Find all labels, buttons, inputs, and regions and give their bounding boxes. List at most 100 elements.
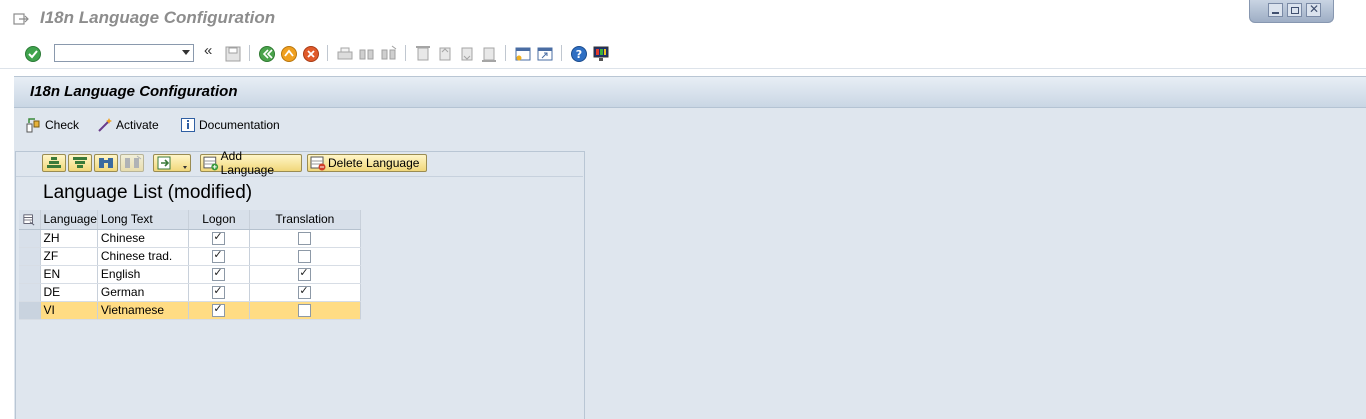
print-icon[interactable] [336, 45, 354, 63]
row-selector[interactable] [19, 229, 41, 248]
language-cell: VI [40, 301, 98, 320]
translation-checkbox[interactable] [298, 304, 312, 318]
documentation-label: Documentation [199, 118, 280, 132]
logon-checkbox[interactable] [212, 302, 226, 318]
activate-label: Activate [116, 118, 159, 132]
documentation-button[interactable]: Documentation [180, 116, 280, 134]
delete-language-label: Delete Language [328, 156, 420, 170]
row-selector[interactable] [19, 265, 41, 284]
toolbar-separator [405, 45, 406, 61]
long-text-cell: Chinese trad. [97, 247, 189, 266]
screen-title-bar: I18n Language Configuration [14, 77, 1366, 108]
logon-checkbox[interactable] [212, 266, 226, 282]
double-chevron-left-icon[interactable]: « [204, 42, 222, 60]
column-header-logon[interactable]: Logon [188, 210, 250, 230]
export-icon [157, 156, 171, 170]
next-page-icon[interactable] [458, 45, 476, 63]
export-button[interactable] [153, 154, 191, 172]
back-icon[interactable] [258, 45, 276, 63]
page-title: I18n Language Configuration [30, 83, 238, 100]
toolbar-separator [561, 45, 562, 61]
layout-icon [23, 214, 35, 226]
sort-ascending-button[interactable] [42, 154, 66, 172]
translation-checkbox[interactable] [298, 232, 312, 246]
window-controls: ✕ [1249, 0, 1334, 23]
table-row[interactable]: EN English [19, 265, 361, 284]
menu-exit-icon[interactable] [13, 11, 29, 27]
translation-cell [249, 301, 361, 320]
enter-icon[interactable] [24, 45, 42, 63]
magic-wand-icon [98, 118, 112, 132]
logon-cell [188, 229, 250, 248]
table-row[interactable]: DE German [19, 283, 361, 302]
logon-checkbox[interactable] [212, 284, 226, 300]
row-selector[interactable] [19, 301, 41, 320]
add-row-icon [203, 156, 219, 171]
alv-title: Language List (modified) [43, 182, 253, 203]
logon-cell [188, 247, 250, 266]
translation-cell [249, 247, 361, 266]
exit-icon[interactable] [280, 45, 298, 63]
info-icon [181, 118, 195, 132]
restore-button[interactable] [1287, 3, 1302, 17]
binoculars-next-icon [125, 155, 142, 168]
row-selector[interactable] [19, 247, 41, 266]
chevron-down-icon[interactable] [183, 166, 187, 169]
chevron-down-icon[interactable] [182, 50, 190, 55]
add-language-label: Add Language [220, 149, 275, 177]
find-button[interactable] [94, 154, 118, 172]
customize-layout-icon[interactable] [592, 45, 610, 63]
logon-cell [188, 265, 250, 284]
help-icon[interactable]: ? [570, 45, 588, 63]
minimize-button[interactable] [1268, 3, 1283, 17]
toolbar-separator [249, 45, 250, 61]
long-text-cell: German [97, 283, 189, 302]
long-text-cell: Chinese [97, 229, 189, 248]
column-header-long-text[interactable]: Long Text [97, 210, 189, 230]
cancel-icon[interactable] [302, 45, 320, 63]
long-text-cell: English [97, 265, 189, 284]
sort-ascending-icon [47, 157, 61, 168]
close-button[interactable]: ✕ [1306, 2, 1321, 17]
row-selector[interactable] [19, 283, 41, 302]
find-next-button[interactable] [120, 154, 144, 172]
shortcut-icon[interactable] [536, 45, 554, 63]
table-header-row: Language Long Text Logon Translation [19, 210, 361, 230]
sort-descending-icon [73, 157, 87, 168]
logon-checkbox[interactable] [212, 230, 226, 246]
command-field[interactable] [54, 44, 194, 62]
table-row[interactable]: ZH Chinese [19, 229, 361, 248]
sort-descending-button[interactable] [68, 154, 92, 172]
logon-cell [188, 283, 250, 302]
find-next-icon[interactable] [380, 45, 398, 63]
new-session-icon[interactable] [514, 45, 532, 63]
table-row[interactable]: ZF Chinese trad. [19, 247, 361, 266]
translation-checkbox[interactable] [298, 266, 312, 282]
translation-cell [249, 265, 361, 284]
toolbar-separator [327, 45, 328, 61]
language-cell: ZF [40, 247, 98, 266]
last-page-icon[interactable] [480, 45, 498, 63]
delete-language-button[interactable]: Delete Language [307, 154, 427, 172]
column-header-translation[interactable]: Translation [249, 210, 361, 230]
translation-cell [249, 283, 361, 302]
translation-checkbox[interactable] [298, 284, 312, 300]
language-cell: EN [40, 265, 98, 284]
svg-text:?: ? [576, 48, 582, 61]
select-all-cell[interactable] [19, 210, 41, 230]
check-icon [26, 118, 40, 133]
table-row-selected[interactable]: VI Vietnamese [19, 301, 361, 320]
first-page-icon[interactable] [414, 45, 432, 63]
translation-checkbox[interactable] [298, 250, 312, 264]
activate-button[interactable]: Activate [97, 116, 159, 134]
add-language-button[interactable]: Add Language [200, 149, 302, 177]
find-icon[interactable] [358, 45, 376, 63]
toolbar-separator [505, 45, 506, 61]
window-title: I18n Language Configuration [40, 8, 276, 27]
logon-cell [188, 301, 250, 320]
logon-checkbox[interactable] [212, 248, 226, 264]
save-icon[interactable] [224, 45, 242, 63]
column-header-language[interactable]: Language [40, 210, 98, 230]
check-button[interactable]: Check [26, 116, 79, 134]
previous-page-icon[interactable] [436, 45, 454, 63]
